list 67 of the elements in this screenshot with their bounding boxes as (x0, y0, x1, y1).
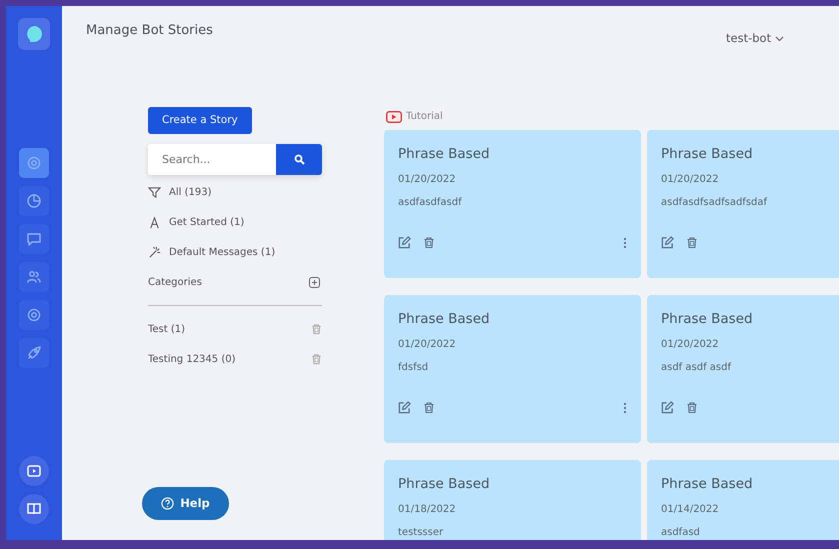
magic-wand-icon (148, 246, 161, 259)
kebab-menu-icon[interactable] (623, 402, 627, 414)
bot-selector[interactable]: test-bot (726, 30, 784, 48)
category-link[interactable]: Testing 12345 (0) (148, 352, 236, 367)
story-text: asdfasd (661, 526, 701, 540)
book-nav-item[interactable] (19, 494, 49, 524)
gear-icon (26, 155, 42, 171)
rocket-icon (26, 345, 42, 361)
story-text: testssser (398, 526, 444, 540)
book-icon (26, 501, 42, 517)
story-title: Phrase Based (661, 310, 754, 329)
story-title: Phrase Based (398, 310, 491, 329)
gear-nav-item[interactable] (19, 148, 49, 178)
edit-icon[interactable] (398, 236, 411, 249)
story-title: Phrase Based (398, 475, 491, 494)
trash-icon[interactable] (311, 323, 322, 336)
page-title: Manage Bot Stories (86, 22, 213, 40)
search-field[interactable]: Search... (148, 144, 322, 176)
chat-bubble-logo[interactable] (18, 18, 50, 50)
trash-icon[interactable] (423, 401, 435, 414)
pie-chart-nav-item[interactable] (19, 186, 49, 216)
help-button[interactable]: Help (142, 487, 229, 520)
chevron-down-icon (775, 36, 784, 42)
question-mark-icon (161, 497, 174, 510)
kebab-menu-icon[interactable] (623, 236, 627, 248)
edit-icon[interactable] (661, 401, 674, 414)
categories-label: Categories (148, 276, 202, 290)
edit-icon[interactable] (661, 236, 674, 249)
trash-icon[interactable] (686, 236, 698, 249)
story-title: Phrase Based (661, 145, 754, 164)
filter-link[interactable]: Get Started (1) (169, 214, 244, 230)
letter-a-icon (148, 216, 161, 229)
story-date: 01/18/2022 (398, 503, 457, 518)
story-title: Phrase Based (661, 475, 754, 494)
trash-icon[interactable] (686, 401, 698, 414)
story-title: Phrase Based (398, 145, 491, 164)
story-text: asdf asdf asdf (661, 361, 732, 376)
play-nav-item[interactable] (19, 456, 49, 486)
trash-icon[interactable] (311, 353, 322, 366)
story-text: fdsfsd (398, 361, 430, 376)
add-category-button[interactable] (309, 276, 320, 288)
search-icon (294, 154, 304, 166)
category-link[interactable]: Test (1) (148, 322, 186, 337)
gear-nav-item[interactable] (19, 300, 49, 330)
people-icon (26, 269, 42, 285)
story-date: 01/14/2022 (661, 503, 720, 518)
video-icon (386, 110, 402, 122)
chat-icon (26, 231, 42, 247)
trash-icon[interactable] (423, 236, 435, 249)
story-text: asdfasdfsadfsadfsdaf (661, 196, 768, 210)
funnel-icon (148, 186, 161, 199)
edit-icon[interactable] (398, 401, 411, 414)
play-icon (26, 463, 42, 479)
story-date: 01/20/2022 (398, 338, 457, 352)
gear-icon (26, 307, 42, 323)
filter-link[interactable]: Default Messages (1) (169, 244, 276, 260)
story-date: 01/20/2022 (661, 173, 720, 188)
pie-chart-icon (26, 193, 42, 209)
story-date: 01/20/2022 (398, 173, 457, 188)
filter-link[interactable]: All (193) (169, 184, 212, 200)
story-date: 01/20/2022 (661, 338, 720, 352)
people-nav-item[interactable] (19, 262, 49, 292)
search-button[interactable] (276, 144, 322, 176)
chat-nav-item[interactable] (19, 224, 49, 254)
story-text: asdfasdfasdf (398, 196, 463, 210)
rocket-nav-item[interactable] (19, 338, 49, 368)
create-story-button[interactable]: Create a Story (148, 107, 252, 134)
